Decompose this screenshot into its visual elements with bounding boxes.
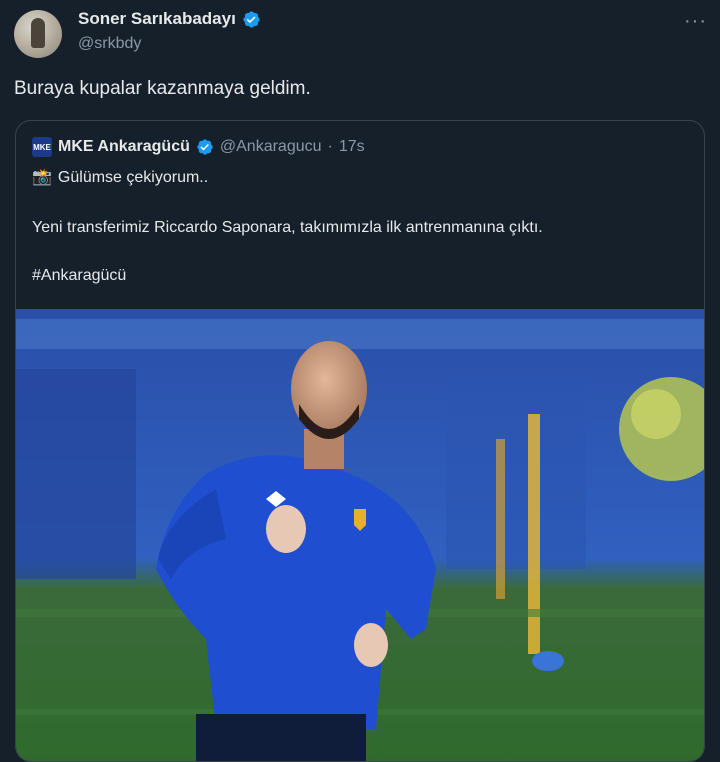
hashtag-link[interactable]: #Ankaragücü [32,267,126,285]
quoted-author-name[interactable]: MKE Ankaragücü [58,138,190,156]
tweet-photo[interactable] [16,309,704,761]
quoted-tweet-header: MKE MKE Ankaragücü @Ankaragucu · 17s [32,137,365,157]
tweet-text: Buraya kupalar kazanmaya geldim. [14,78,311,99]
author-name-row: Soner Sarıkabadayı [78,9,261,29]
author-avatar[interactable] [14,10,62,58]
quoted-author-handle[interactable]: @Ankaragucu [220,138,322,156]
verified-badge-icon [197,139,213,155]
verified-badge-icon [243,10,260,28]
separator-dot: · [327,138,333,155]
more-icon[interactable]: ··· [684,10,707,33]
photo-training-player [16,309,704,761]
quoted-line-1: 📸 Gülümse çekiyorum.. [32,167,208,187]
camera-flash-icon: 📸 [32,169,52,186]
ankaragucu-logo-icon: MKE [32,137,52,157]
quoted-time[interactable]: 17s [339,138,365,156]
author-handle[interactable]: @srkbdy [78,35,141,53]
tweet: Soner Sarıkabadayı @srkbdy ··· Buraya ku… [0,0,720,762]
quoted-line-2: Yeni transferimiz Riccardo Saponara, tak… [32,219,543,236]
quoted-tweet[interactable]: MKE MKE Ankaragücü @Ankaragucu · 17s 📸 Gü… [15,120,705,762]
author-name[interactable]: Soner Sarıkabadayı [78,9,236,29]
quoted-line-1-text: Gülümse çekiyorum.. [57,169,209,186]
